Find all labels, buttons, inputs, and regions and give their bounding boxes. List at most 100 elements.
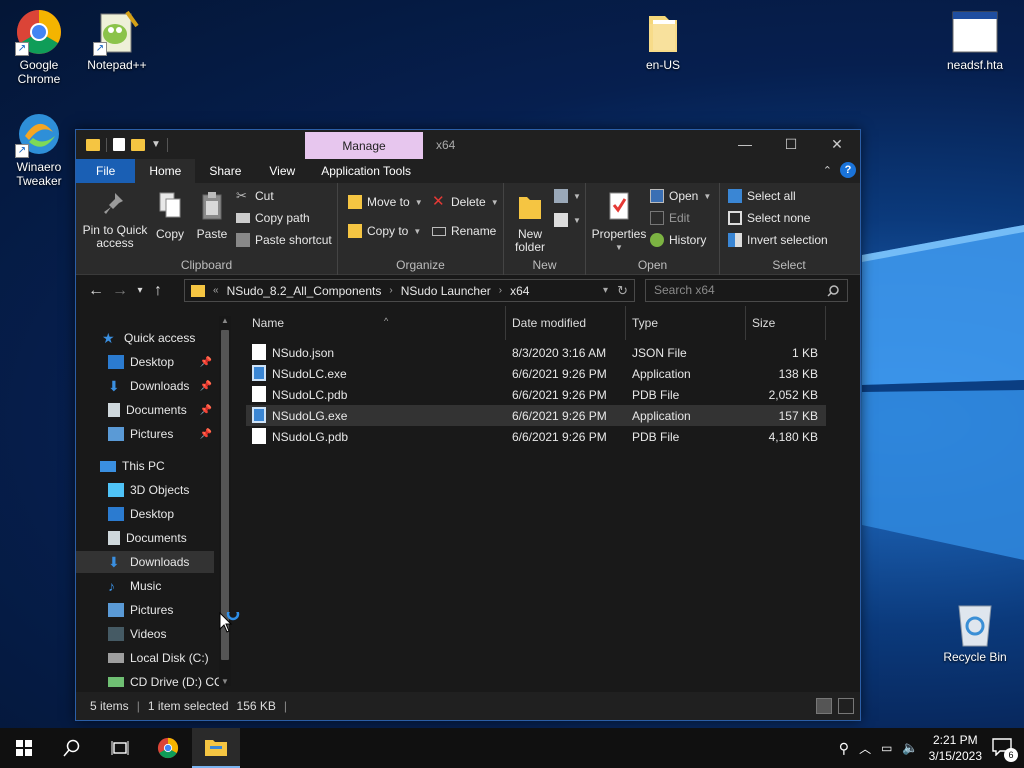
- address-dropdown-icon[interactable]: ▾: [603, 285, 608, 296]
- large-icons-view-icon[interactable]: [838, 698, 854, 714]
- copy-button[interactable]: Copy: [152, 191, 188, 241]
- tab-share[interactable]: Share: [195, 159, 255, 183]
- refresh-icon[interactable]: ↻: [617, 283, 628, 299]
- search-button[interactable]: [48, 728, 96, 768]
- details-view-icon[interactable]: [816, 698, 832, 714]
- cut-button[interactable]: ✂ Cut: [236, 189, 274, 204]
- table-row[interactable]: NSudoLC.exe 6/6/2021 9:26 PM Application…: [246, 363, 826, 384]
- history-button[interactable]: History: [650, 233, 706, 247]
- nav-local-disk[interactable]: Local Disk (C:): [76, 647, 214, 669]
- copy-to-button[interactable]: Copy to ▼: [348, 224, 421, 238]
- search-input[interactable]: Search x64: [645, 279, 848, 302]
- paste-shortcut-icon: [236, 233, 250, 247]
- nav-videos[interactable]: Videos: [76, 623, 214, 645]
- desktop-icon-neadsf[interactable]: neadsf.hta: [936, 8, 1014, 72]
- copy-path-button[interactable]: Copy path: [236, 211, 310, 225]
- group-label: New: [532, 258, 557, 272]
- tab-view[interactable]: View: [255, 159, 309, 183]
- nav-cd-drive[interactable]: CD Drive (D:) CC: [76, 671, 223, 693]
- nav-quick-pictures[interactable]: Pictures 📌: [76, 423, 214, 445]
- maximize-button[interactable]: ☐: [768, 130, 814, 159]
- nav-quick-desktop[interactable]: Desktop 📌: [76, 351, 214, 373]
- nav-desktop[interactable]: Desktop: [76, 503, 214, 525]
- forward-arrow-icon[interactable]: →: [108, 282, 132, 300]
- invert-selection-button[interactable]: Invert selection: [728, 233, 828, 247]
- breadcrumb-item[interactable]: NSudo_8.2_All_Components: [227, 284, 382, 298]
- nav-pictures[interactable]: Pictures: [76, 599, 214, 621]
- tab-file[interactable]: File: [76, 159, 136, 183]
- customize-qat-dropdown-icon[interactable]: ▼: [151, 139, 161, 150]
- breadcrumb-overflow-icon[interactable]: «: [213, 285, 219, 296]
- move-to-button[interactable]: Move to ▼: [348, 195, 423, 209]
- nav-downloads[interactable]: ⬇ Downloads: [76, 551, 214, 573]
- close-button[interactable]: ✕: [814, 130, 860, 159]
- nav-3d-objects[interactable]: 3D Objects: [76, 479, 214, 501]
- taskbar-chrome-button[interactable]: [144, 728, 192, 768]
- edit-button[interactable]: Edit: [650, 211, 690, 225]
- help-icon[interactable]: ?: [840, 162, 856, 178]
- select-none-button[interactable]: Select none: [728, 211, 810, 225]
- desktop-icon-chrome[interactable]: ↗ Google Chrome: [0, 8, 78, 86]
- network-icon[interactable]: ▭: [881, 741, 892, 755]
- properties-button[interactable]: Properties ▼: [590, 191, 648, 254]
- column-header-size[interactable]: Size: [746, 306, 826, 340]
- new-item-button[interactable]: ▼: [554, 189, 581, 203]
- pin-to-quick-access-button[interactable]: Pin to Quick access: [82, 191, 148, 250]
- volume-muted-icon[interactable]: 🔈: [902, 740, 918, 756]
- select-all-button[interactable]: Select all: [728, 189, 796, 203]
- scroll-down-icon[interactable]: ▼: [219, 677, 231, 686]
- desktop-icon-winaero[interactable]: ↗ Winaero Tweaker: [0, 110, 78, 188]
- easy-access-button[interactable]: ▼: [554, 213, 581, 227]
- title-bar[interactable]: ▼ Manage x64 — ☐ ✕: [76, 130, 860, 159]
- paste-shortcut-button[interactable]: Paste shortcut: [236, 233, 332, 247]
- tab-application-tools[interactable]: Application Tools: [309, 159, 423, 183]
- new-folder-button[interactable]: New folder: [512, 191, 548, 254]
- column-header-name[interactable]: Name ^: [246, 306, 506, 340]
- minimize-button[interactable]: —: [722, 130, 768, 159]
- scroll-up-icon[interactable]: ▲: [219, 316, 231, 325]
- rename-button[interactable]: Rename: [432, 224, 496, 238]
- properties-qat-icon[interactable]: [113, 138, 125, 151]
- chevron-right-icon[interactable]: ›: [499, 285, 502, 296]
- breadcrumb-item[interactable]: x64: [510, 284, 529, 298]
- scrollbar-thumb[interactable]: [221, 330, 229, 660]
- recent-locations-chevron-icon[interactable]: ▾: [132, 285, 148, 296]
- chevron-right-icon[interactable]: ›: [389, 285, 392, 296]
- start-button[interactable]: [0, 728, 48, 768]
- desktop-icon-en-us[interactable]: en-US: [624, 8, 702, 72]
- action-center-button[interactable]: 6: [992, 738, 1018, 762]
- table-row-selected[interactable]: NSudoLG.exe 6/6/2021 9:26 PM Application…: [246, 405, 826, 426]
- table-row[interactable]: NSudoLC.pdb 6/6/2021 9:26 PM PDB File 2,…: [246, 384, 826, 405]
- nav-quick-access[interactable]: ★ Quick access: [76, 327, 214, 349]
- move-to-icon: [348, 195, 362, 209]
- show-hidden-icons-chevron-icon[interactable]: ︿: [859, 740, 871, 757]
- taskbar-file-explorer-button[interactable]: [192, 728, 240, 768]
- nav-quick-documents[interactable]: Documents 📌: [76, 399, 214, 421]
- paste-button[interactable]: Paste: [194, 191, 230, 241]
- open-button[interactable]: Open ▼: [650, 189, 711, 203]
- delete-button[interactable]: ✕ Delete ▼: [432, 194, 499, 209]
- file-size: 4,180 KB: [768, 429, 818, 444]
- table-row[interactable]: NSudoLG.pdb 6/6/2021 9:26 PM PDB File 4,…: [246, 426, 826, 447]
- breadcrumb-item[interactable]: NSudo Launcher: [401, 284, 491, 298]
- task-view-button[interactable]: [96, 728, 144, 768]
- column-header-type[interactable]: Type: [626, 306, 746, 340]
- column-header-date[interactable]: Date modified: [506, 306, 626, 340]
- address-bar[interactable]: « NSudo_8.2_All_Components › NSudo Launc…: [184, 279, 635, 302]
- tab-manage[interactable]: Manage: [305, 132, 423, 159]
- up-arrow-icon[interactable]: ↑: [148, 282, 168, 300]
- desktop-icon-recycle-bin[interactable]: Recycle Bin: [936, 600, 1014, 664]
- table-row[interactable]: NSudo.json 8/3/2020 3:16 AM JSON File 1 …: [246, 342, 826, 363]
- nav-quick-downloads[interactable]: ⬇ Downloads 📌: [76, 375, 214, 397]
- nav-music[interactable]: ♪ Music: [76, 575, 214, 597]
- people-icon[interactable]: ⚲: [839, 740, 849, 757]
- nav-documents[interactable]: Documents: [76, 527, 214, 549]
- desktop-icon-notepadpp[interactable]: ↗ Notepad++: [78, 8, 156, 72]
- busy-cursor-icon: [219, 612, 240, 633]
- tab-home[interactable]: Home: [135, 159, 196, 183]
- clock[interactable]: 2:21 PM 3/15/2023: [929, 732, 982, 764]
- collapse-ribbon-icon[interactable]: ⌃: [823, 164, 832, 177]
- nav-this-pc[interactable]: This PC: [76, 455, 214, 477]
- new-folder-qat-icon[interactable]: [131, 138, 145, 151]
- back-arrow-icon[interactable]: ←: [84, 282, 108, 300]
